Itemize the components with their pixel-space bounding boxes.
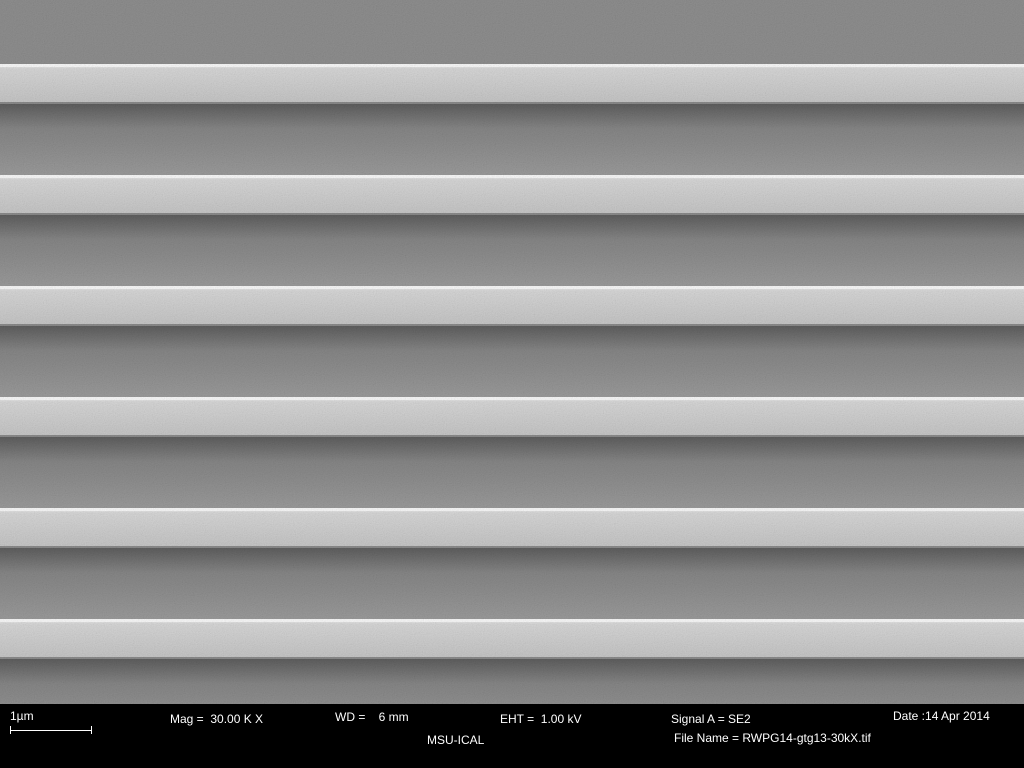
grating-trench: [0, 437, 1024, 508]
sem-databar: 1µm Mag = 30.00 K X WD = 6 mm EHT = 1.00…: [0, 704, 1024, 768]
ridge-edge-highlight: [0, 64, 1024, 67]
scale-bar-label: 1µm: [10, 709, 34, 723]
lab-label: MSU-ICAL: [427, 733, 485, 747]
file-name-readout: File Name = RWPG14-gtg13-30kX.tif: [674, 731, 871, 745]
top-trench: [0, 0, 1024, 64]
ridge-bottom-edge: [0, 435, 1024, 437]
grating-pattern: [0, 0, 1024, 704]
grating-ridge: [0, 397, 1024, 437]
eht-readout: EHT = 1.00 kV: [500, 712, 582, 726]
sem-image-frame: 1µm Mag = 30.00 K X WD = 6 mm EHT = 1.00…: [0, 0, 1024, 768]
ridge-edge-highlight: [0, 175, 1024, 178]
ridge-bottom-edge: [0, 213, 1024, 215]
sem-micrograph: [0, 0, 1024, 704]
date-readout: Date :14 Apr 2014: [893, 709, 990, 723]
grating-trench: [0, 326, 1024, 397]
working-distance-readout: WD = 6 mm: [335, 710, 409, 724]
grating-ridge: [0, 175, 1024, 215]
scale-bar: [10, 726, 92, 734]
grating-ridge: [0, 508, 1024, 548]
signal-readout: Signal A = SE2: [671, 712, 751, 726]
ridge-bottom-edge: [0, 657, 1024, 659]
grating-ridge: [0, 619, 1024, 659]
grating-trench: [0, 104, 1024, 175]
ridge-bottom-edge: [0, 546, 1024, 548]
grating-ridge: [0, 286, 1024, 326]
grating-trench: [0, 548, 1024, 619]
ridge-edge-highlight: [0, 619, 1024, 622]
grating-ridge: [0, 64, 1024, 104]
grating-trench: [0, 215, 1024, 286]
ridge-edge-highlight: [0, 397, 1024, 400]
ridge-edge-highlight: [0, 508, 1024, 511]
ridge-edge-highlight: [0, 286, 1024, 289]
ridge-bottom-edge: [0, 102, 1024, 104]
ridge-bottom-edge: [0, 324, 1024, 326]
grating-trench: [0, 659, 1024, 704]
magnification-readout: Mag = 30.00 K X: [170, 712, 264, 726]
